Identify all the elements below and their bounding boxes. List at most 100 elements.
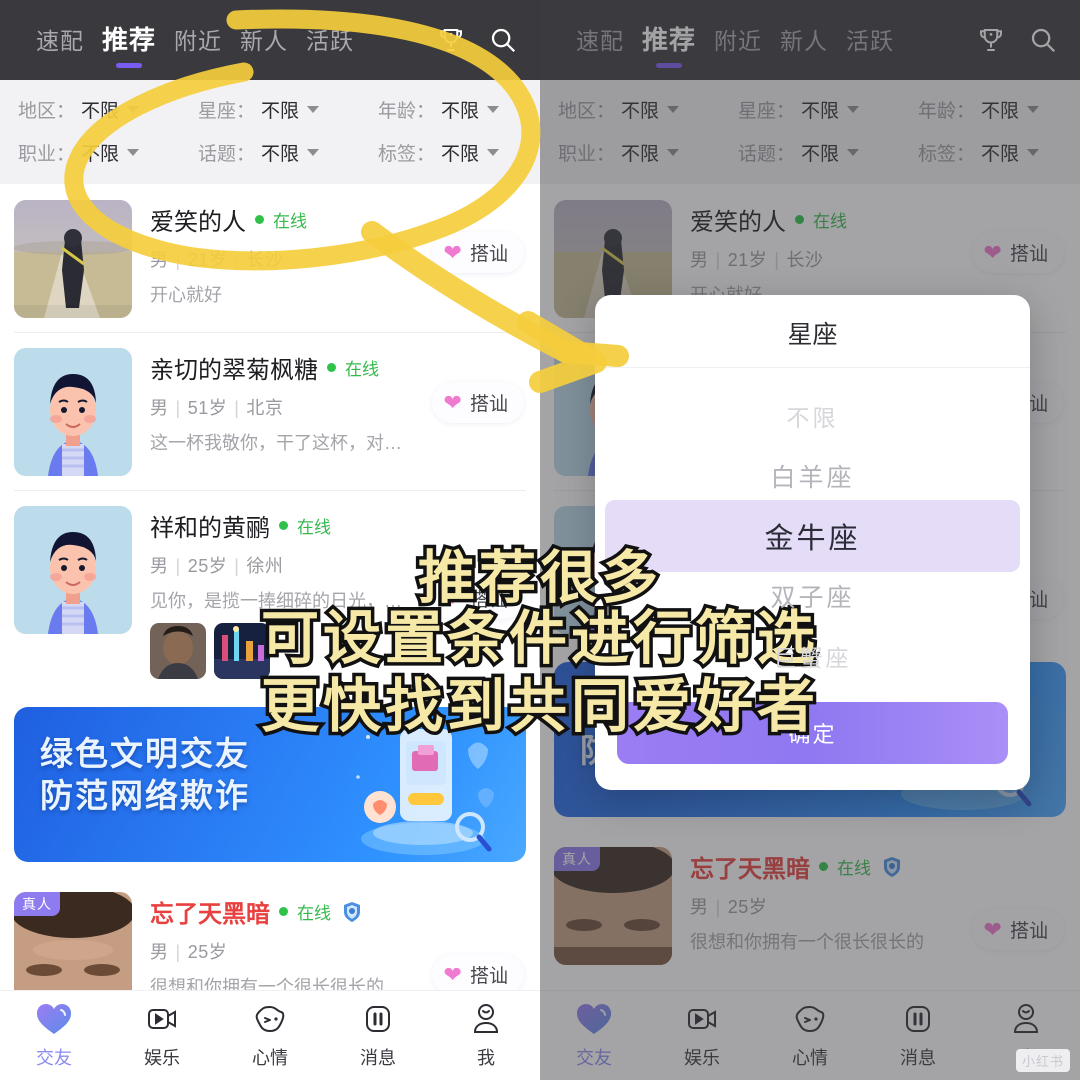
filter-zodiac[interactable]: 星座： 不限 [180, 88, 360, 131]
nav-label: 心情 [252, 1048, 288, 1068]
nav-item-yule[interactable]: 娱乐 [648, 1001, 756, 1070]
chat-button[interactable]: ❤ 搭讪 [431, 954, 524, 995]
table-row[interactable]: 真人 忘了天黑暗 在线 男 | 25岁 很想和你拥有一个很长很长的 ❤ 搭讪 [540, 831, 1080, 965]
tab-tuijian[interactable]: 推荐 [102, 20, 157, 68]
app-header: 速配 推荐 附近 新人 活跃 [540, 0, 1080, 80]
filter-age[interactable]: 年龄： 不限 [360, 88, 540, 131]
filter-value: 不限 [441, 144, 480, 165]
age: 21岁 [727, 250, 768, 270]
filter-tag[interactable]: 标签： 不限 [360, 131, 540, 174]
tab-huoyue[interactable]: 活跃 [846, 22, 894, 60]
filter-value: 不限 [621, 101, 660, 122]
tab-supei[interactable]: 速配 [576, 22, 624, 60]
avatar[interactable] [14, 348, 132, 476]
age: 25岁 [187, 556, 228, 576]
filter-topic[interactable]: 话题： 不限 [180, 131, 360, 174]
mood-icon [790, 1001, 830, 1037]
filter-row-2: 职业： 不限 话题： 不限 标签： 不限 [0, 131, 540, 174]
table-row[interactable]: 祥和的黄鹂 在线 男 | 25岁 | 徐州 见你，是揽一捧细碎的日光，… ❤ 搭… [0, 490, 540, 693]
chat-button-label: 搭讪 [469, 590, 508, 611]
chat-button-label: 搭讪 [1009, 921, 1048, 942]
list-item[interactable] [214, 623, 270, 679]
filter-occupation[interactable]: 职业： 不限 [0, 131, 180, 174]
heart-icon: ❤ [443, 585, 462, 611]
avatar[interactable] [14, 506, 132, 634]
picker-option-gemini[interactable]: 双子座 [595, 566, 1030, 626]
chat-button[interactable]: ❤ 搭讪 [971, 909, 1064, 950]
filter-topic[interactable]: 话题： 不限 [720, 131, 900, 174]
nav-item-wo[interactable]: 我 [432, 1001, 540, 1070]
online-dot-icon [255, 215, 264, 224]
nav-item-xiaoxi[interactable]: 消息 [324, 1001, 432, 1070]
filter-label: 职业： [18, 144, 76, 165]
profile-signature: 很想和你拥有一个很长很长的 [690, 932, 924, 952]
banner-illustration [356, 724, 499, 855]
profile-name: 爱笑的人 [150, 209, 246, 236]
filter-zodiac[interactable]: 星座： 不限 [720, 88, 900, 131]
nav-item-jiaoyou[interactable]: 交友 [0, 1001, 108, 1070]
chat-button[interactable]: ❤ 搭讪 [431, 232, 524, 273]
table-row[interactable]: 爱笑的人 在线 男|21岁|长沙 开心就好 ❤ 搭讪 [0, 184, 540, 332]
tab-label: 速配 [36, 27, 84, 54]
safety-banner[interactable]: 绿色文明交友 防范网络欺诈 [14, 707, 526, 862]
age: 51岁 [187, 398, 228, 418]
filter-region[interactable]: 地区： 不限 [540, 88, 720, 131]
app-header: 速配 推荐 附近 新人 活跃 [0, 0, 540, 80]
gender: 男 [150, 942, 169, 962]
filter-occupation[interactable]: 职业： 不限 [540, 131, 720, 174]
tab-tuijian[interactable]: 推荐 [642, 20, 696, 68]
nav-item-jiaoyou[interactable]: 交友 [540, 1001, 648, 1070]
search-icon[interactable] [488, 25, 518, 55]
table-row[interactable]: 亲切的翠菊枫糖 在线 男|51岁|北京 这一杯我敬你，干了这杯，对… ❤ 搭讪 [0, 332, 540, 490]
age: 25岁 [727, 897, 768, 917]
filter-label: 标签： [918, 144, 976, 165]
filter-age[interactable]: 年龄： 不限 [900, 88, 1080, 131]
picker-option-buxian[interactable]: 不限 [595, 386, 1030, 446]
chevron-down-icon [307, 106, 320, 113]
watermark-label: 小红书 [1015, 1049, 1070, 1072]
tab-huoyue[interactable]: 活跃 [306, 22, 354, 60]
online-label: 在线 [837, 859, 871, 878]
profile-name: 忘了天黑暗 [150, 901, 270, 928]
tab-supei[interactable]: 速配 [36, 22, 84, 60]
zodiac-option-list[interactable]: 不限 白羊座 金牛座 双子座 巨蟹座 [595, 368, 1030, 688]
online-label: 在线 [297, 904, 331, 923]
chevron-down-icon [487, 106, 500, 113]
gender: 男 [690, 250, 709, 270]
avatar[interactable] [14, 200, 132, 318]
tab-fujin[interactable]: 附近 [174, 22, 222, 60]
dialog-title: 星座 [595, 295, 1030, 368]
tab-label: 推荐 [102, 24, 157, 55]
tab-label: 附近 [714, 27, 763, 54]
online-dot-icon [279, 521, 288, 530]
chevron-down-icon [667, 149, 680, 156]
picker-option-aries[interactable]: 白羊座 [595, 446, 1030, 506]
nav-item-xinqing[interactable]: 心情 [756, 1001, 864, 1070]
chevron-down-icon [847, 149, 860, 156]
nav-item-xiaoxi[interactable]: 消息 [864, 1001, 972, 1070]
trophy-icon[interactable] [436, 25, 466, 55]
avatar[interactable]: 真人 [554, 847, 672, 965]
nav-label: 娱乐 [684, 1048, 720, 1068]
heart-icon [574, 1001, 614, 1037]
bottom-navigation: 交友 娱乐 心情 消息 [540, 990, 1080, 1080]
tab-xinren[interactable]: 新人 [780, 22, 828, 60]
chat-button[interactable]: ❤ 搭讪 [431, 578, 524, 619]
tab-fujin[interactable]: 附近 [714, 22, 762, 60]
trophy-icon[interactable] [976, 25, 1006, 55]
city: 长沙 [246, 250, 284, 270]
filter-value: 不限 [261, 144, 300, 165]
picker-option-taurus[interactable]: 金牛座 [595, 506, 1030, 566]
nav-item-yule[interactable]: 娱乐 [108, 1001, 216, 1070]
picker-option-cancer[interactable]: 巨蟹座 [595, 626, 1030, 686]
confirm-button[interactable]: 确定 [617, 702, 1008, 764]
list-item[interactable] [150, 623, 206, 679]
filter-region[interactable]: 地区： 不限 [0, 88, 180, 131]
chat-button[interactable]: ❤ 搭讪 [971, 232, 1064, 273]
banner-line-2: 防范网络欺诈 [40, 777, 250, 815]
search-icon[interactable] [1028, 25, 1058, 55]
tab-xinren[interactable]: 新人 [240, 22, 288, 60]
filter-tag[interactable]: 标签： 不限 [900, 131, 1080, 174]
nav-item-xinqing[interactable]: 心情 [216, 1001, 324, 1070]
chat-button[interactable]: ❤ 搭讪 [431, 382, 524, 423]
